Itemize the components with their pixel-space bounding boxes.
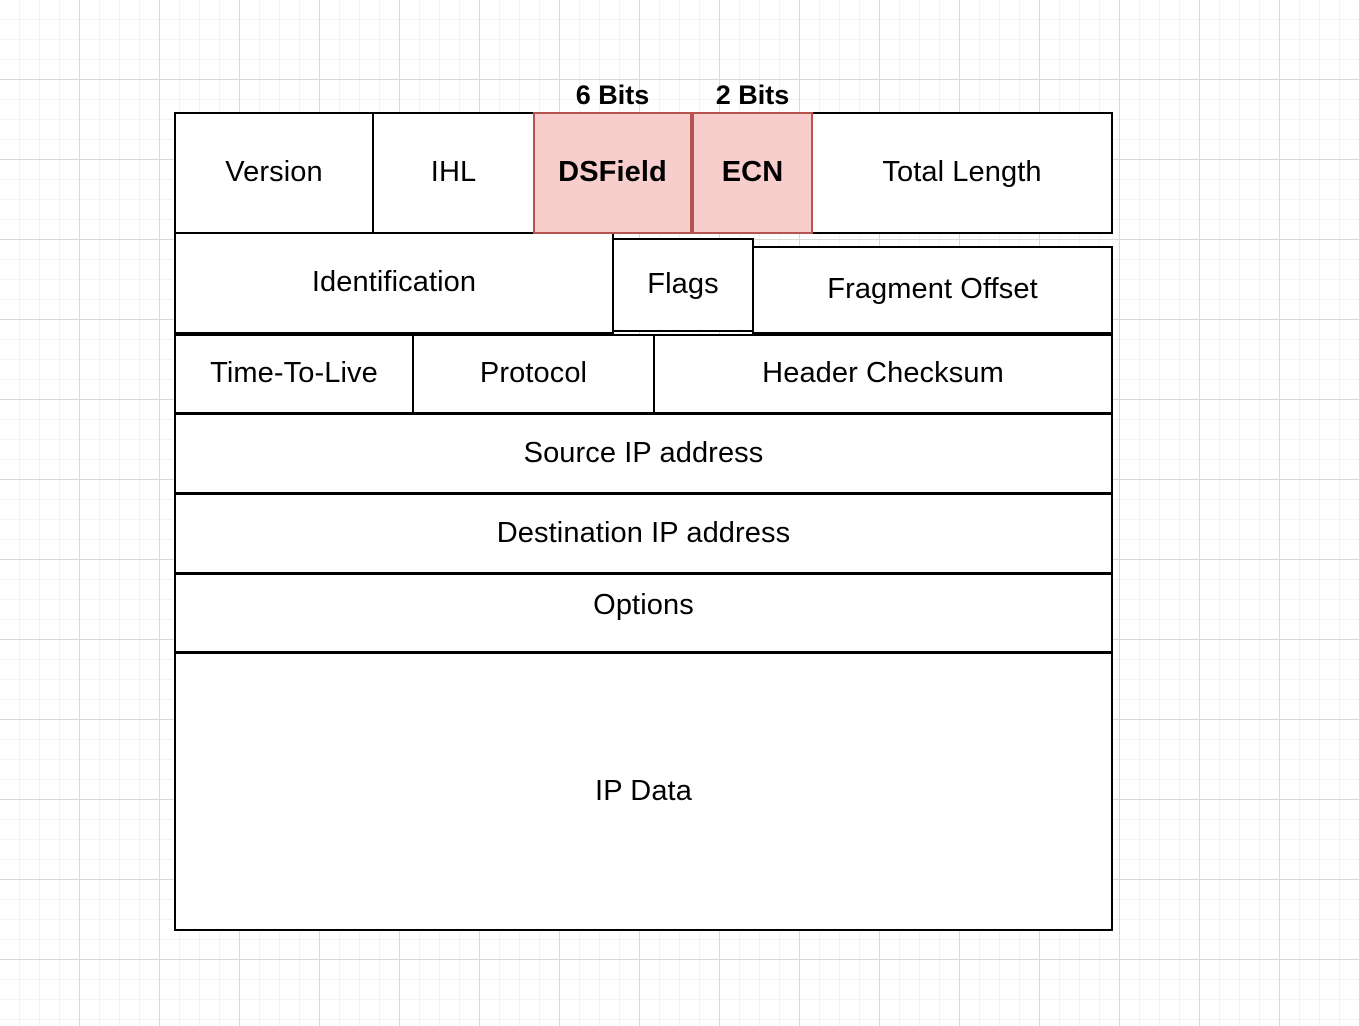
header-field-options[interactable]: Options — [174, 573, 1113, 653]
header-field-time-to-live[interactable]: Time-To-Live — [174, 334, 414, 414]
header-field-total-length[interactable]: Total Length — [811, 112, 1113, 234]
bit-width-annotation-2-bits: 2 Bits — [715, 79, 790, 110]
header-field-ihl[interactable]: IHL — [372, 112, 535, 234]
header-field-dsfield[interactable]: DSField — [533, 112, 692, 234]
header-field-destination-ip-address[interactable]: Destination IP address — [174, 493, 1113, 574]
ipv4-header-diagram: 6 Bits 2 Bits Version IHL DSField ECN Total Le… — [0, 0, 1360, 1026]
header-field-version[interactable]: Version — [174, 112, 374, 234]
bit-width-annotation-6-bits: 6 Bits — [575, 79, 650, 110]
header-field-protocol[interactable]: Protocol — [412, 334, 655, 414]
header-field-flags[interactable]: Flags — [612, 238, 754, 332]
header-field-source-ip-address[interactable]: Source IP address — [174, 413, 1113, 494]
header-field-fragment-offset[interactable]: Fragment Offset — [752, 246, 1113, 334]
header-field-header-checksum[interactable]: Header Checksum — [653, 334, 1113, 414]
header-field-ecn[interactable]: ECN — [692, 112, 813, 234]
header-field-identification[interactable]: Identification — [174, 232, 614, 334]
header-field-ip-data[interactable]: IP Data — [174, 652, 1113, 931]
